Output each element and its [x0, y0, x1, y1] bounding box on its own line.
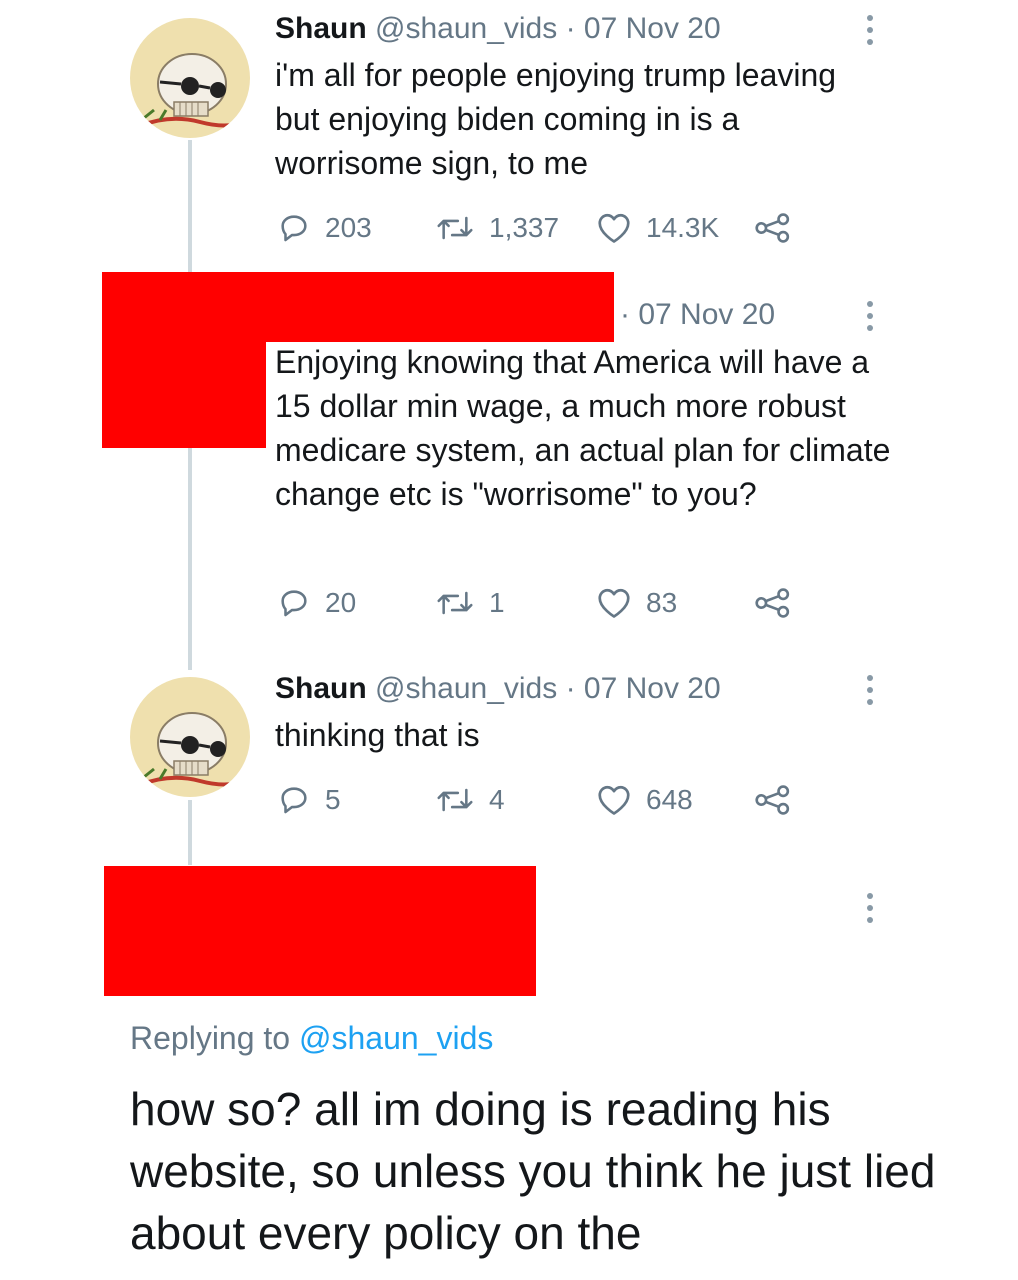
tweet-date[interactable]: 07 Nov 20	[584, 672, 721, 705]
like-icon	[598, 588, 630, 618]
user-handle[interactable]: @shaun_vids	[375, 672, 557, 705]
more-options-icon[interactable]	[862, 672, 878, 708]
replying-to-handle[interactable]: @shaun_vids	[299, 1020, 493, 1056]
display-name[interactable]: Shaun	[275, 672, 367, 705]
reply-button[interactable]: 5	[277, 783, 341, 817]
retweet-icon	[437, 788, 473, 812]
more-options-icon[interactable]	[862, 890, 878, 926]
reply-icon	[281, 590, 307, 617]
like-count: 14.3K	[646, 212, 720, 243]
tweet-date[interactable]: 07 Nov 20	[638, 298, 775, 331]
like-count: 648	[646, 784, 693, 815]
retweet-icon	[437, 591, 473, 615]
avatar[interactable]	[130, 677, 250, 797]
like-button[interactable]: 648	[596, 783, 693, 817]
like-button[interactable]: 83	[596, 586, 677, 620]
share-icon	[755, 785, 790, 815]
user-handle[interactable]: @shaun_vids	[375, 12, 557, 45]
like-count: 83	[646, 587, 678, 618]
reply-icon	[281, 215, 307, 242]
skull-avatar-icon	[139, 53, 249, 128]
more-options-icon[interactable]	[862, 12, 878, 48]
avatar[interactable]	[130, 18, 250, 138]
redaction-block	[104, 866, 536, 996]
retweet-icon	[437, 216, 473, 240]
thread-line	[188, 800, 192, 865]
retweet-count: 1,337	[489, 212, 560, 243]
reply-button[interactable]: 20	[277, 586, 356, 620]
retweet-button[interactable]: 1	[435, 586, 505, 620]
redaction-block	[102, 272, 266, 448]
tweet-header: Shaun @shaun_vids · 07 Nov 20	[275, 12, 721, 46]
tweet-text: i'm all for people enjoying trump leavin…	[275, 57, 837, 181]
share-button[interactable]	[754, 587, 792, 619]
share-icon	[755, 588, 790, 618]
replying-to: Replying to @shaun_vids	[130, 1020, 493, 1057]
reply-icon	[281, 787, 307, 814]
display-name[interactable]: Shaun	[275, 12, 367, 45]
share-button[interactable]	[754, 784, 792, 816]
like-icon	[598, 785, 630, 815]
retweet-button[interactable]: 1,337	[435, 211, 559, 245]
tweet-text: Enjoying knowing that America will have …	[275, 344, 891, 512]
tweet-date[interactable]: 07 Nov 20	[584, 12, 721, 45]
like-icon	[598, 213, 630, 243]
separator-dot: ·	[557, 672, 584, 705]
tweet-text: thinking that is	[275, 717, 480, 753]
retweet-button[interactable]: 4	[435, 783, 505, 817]
tweet-header: · 07 Nov 20	[620, 298, 775, 332]
reply-button[interactable]: 203	[277, 211, 372, 245]
replying-to-label: Replying to	[130, 1020, 299, 1056]
more-options-icon[interactable]	[862, 298, 878, 334]
reply-count: 5	[325, 784, 341, 815]
tweet-header: Shaun @shaun_vids · 07 Nov 20	[275, 672, 721, 706]
like-button[interactable]: 14.3K	[596, 211, 719, 245]
separator-dot: ·	[620, 298, 639, 331]
reply-count: 203	[325, 212, 372, 243]
retweet-count: 4	[489, 784, 505, 815]
retweet-count: 1	[489, 587, 505, 618]
reply-count: 20	[325, 587, 357, 618]
share-icon	[755, 213, 790, 243]
focused-tweet-text: how so? all im doing is reading his webs…	[130, 1083, 936, 1259]
skull-avatar-icon	[139, 712, 249, 787]
separator-dot: ·	[557, 12, 584, 45]
share-button[interactable]	[754, 212, 792, 244]
